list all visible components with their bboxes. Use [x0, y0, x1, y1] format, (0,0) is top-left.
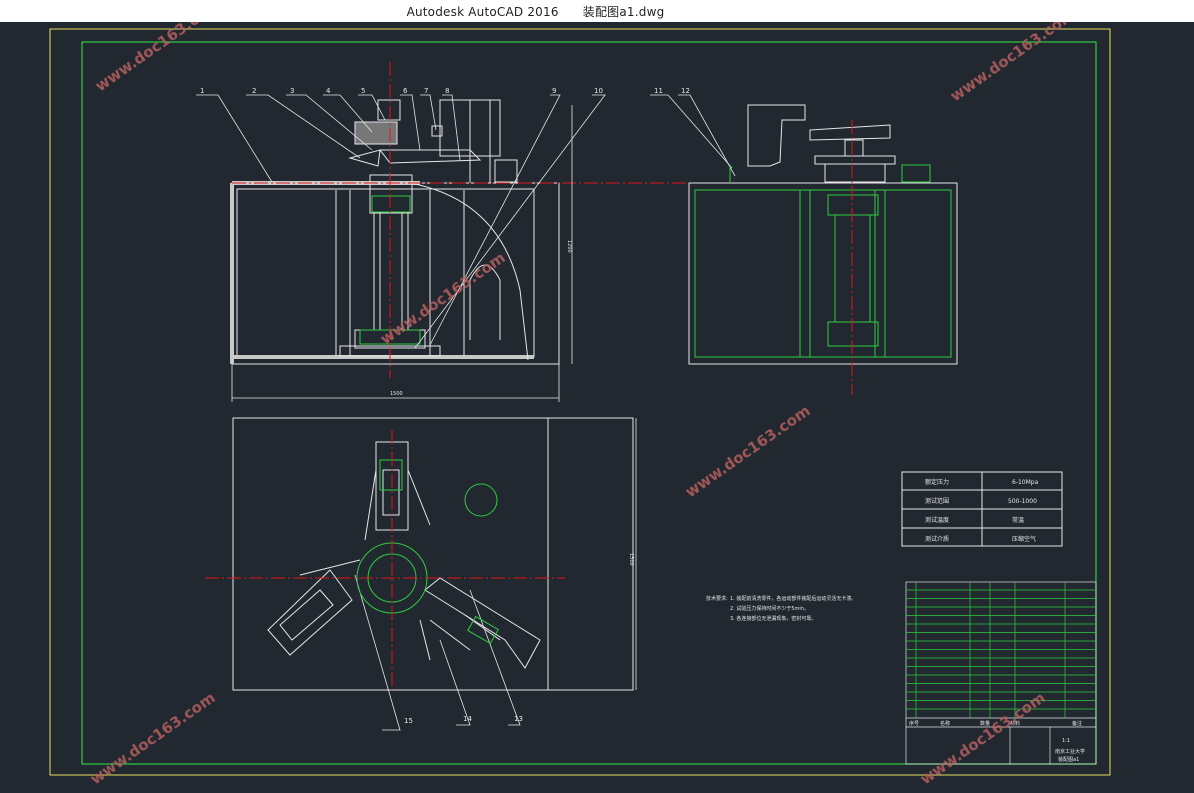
balloon-11: 11 — [654, 87, 663, 95]
spec-table[interactable]: 额定压力 6-10Mpa 测试范围 500-1000 测试温度 常温 测试介质 … — [901, 471, 1063, 547]
tech-note-2: 2. 试验压力保持时间不少于5min。 — [730, 605, 809, 612]
top-center-lines — [205, 430, 565, 690]
top-view[interactable] — [232, 417, 637, 691]
tb-school: 南京工业大学 — [1055, 748, 1085, 755]
balloon-8: 8 — [445, 87, 449, 95]
side-view[interactable] — [688, 104, 958, 365]
balloon-14: 14 — [463, 715, 472, 723]
dim-vertical: 1200 — [566, 240, 572, 253]
balloon-3: 3 — [290, 87, 294, 95]
balloon-15: 15 — [404, 717, 413, 725]
balloon-7: 7 — [424, 87, 428, 95]
balloon-10: 10 — [594, 87, 603, 95]
window-titlebar: Autodesk AutoCAD 2016 装配图a1.dwg — [0, 0, 1194, 22]
watermarks: www.doc163.com www.doc163.com www.doc163… — [87, 22, 1079, 788]
balloon-9: 9 — [552, 87, 556, 95]
spec-value-1: 6-10Mpa — [1012, 479, 1039, 486]
watermark-1: www.doc163.com — [92, 22, 224, 95]
tb-scale: 1:1 — [1062, 738, 1070, 744]
spec-value-4: 压缩空气 — [1012, 535, 1036, 543]
balloon-5: 5 — [361, 87, 365, 95]
watermark-5: www.doc163.com — [87, 689, 219, 789]
leader-lines — [196, 94, 736, 731]
tb-header-name: 名称 — [940, 720, 950, 727]
balloon-1: 1 — [200, 87, 204, 95]
spec-value-2: 500-1000 — [1008, 498, 1037, 505]
outer-border — [49, 28, 1111, 776]
balloon-4: 4 — [326, 87, 331, 95]
inner-border — [81, 41, 1097, 765]
watermark-4: www.doc163.com — [682, 402, 814, 502]
dim-side: 1500 — [628, 553, 634, 566]
dim-horizontal: 1500 — [390, 391, 403, 397]
tb-drawing: 装配图a1 — [1058, 756, 1079, 763]
spec-label-3: 测试温度 — [925, 516, 949, 524]
balloon-6: 6 — [403, 87, 408, 95]
title-block[interactable] — [905, 581, 1097, 765]
watermark-3: www.doc163.com — [377, 249, 509, 349]
tech-notes: 技术要求: 1. 装配前清洗零件，各运动部件装配后运动灵活无卡滞。 2. 试验压… — [706, 595, 856, 622]
tech-note-1: 1. 装配前清洗零件，各运动部件装配后运动灵活无卡滞。 — [730, 595, 856, 602]
watermark-6: www.doc163.com — [917, 689, 1049, 789]
tech-notes-heading: 技术要求: — [706, 595, 728, 602]
spec-label-2: 测试范围 — [925, 497, 949, 505]
front-center-lines — [232, 62, 700, 378]
spec-value-3: 常温 — [1012, 516, 1024, 524]
balloon-12: 12 — [681, 87, 690, 95]
window-title: Autodesk AutoCAD 2016 装配图a1.dwg — [0, 3, 1071, 20]
file-name: 装配图a1.dwg — [582, 5, 665, 19]
spec-label-4: 测试介质 — [925, 535, 949, 543]
balloon-2: 2 — [252, 87, 256, 95]
watermark-2: www.doc163.com — [947, 22, 1079, 105]
tb-header-remark: 备注 — [1072, 720, 1082, 727]
balloon-13: 13 — [514, 715, 523, 723]
tech-note-3: 3. 各连接部位无泄漏现象，密封可靠。 — [730, 615, 816, 622]
spec-label-1: 额定压力 — [925, 478, 949, 486]
tb-header-index: 序号 — [909, 720, 919, 727]
app-title: Autodesk AutoCAD 2016 — [406, 5, 559, 19]
drawing-canvas[interactable]: 1500 1200 1 2 3 4 5 6 7 8 9 10 11 12 15 … — [0, 22, 1194, 793]
